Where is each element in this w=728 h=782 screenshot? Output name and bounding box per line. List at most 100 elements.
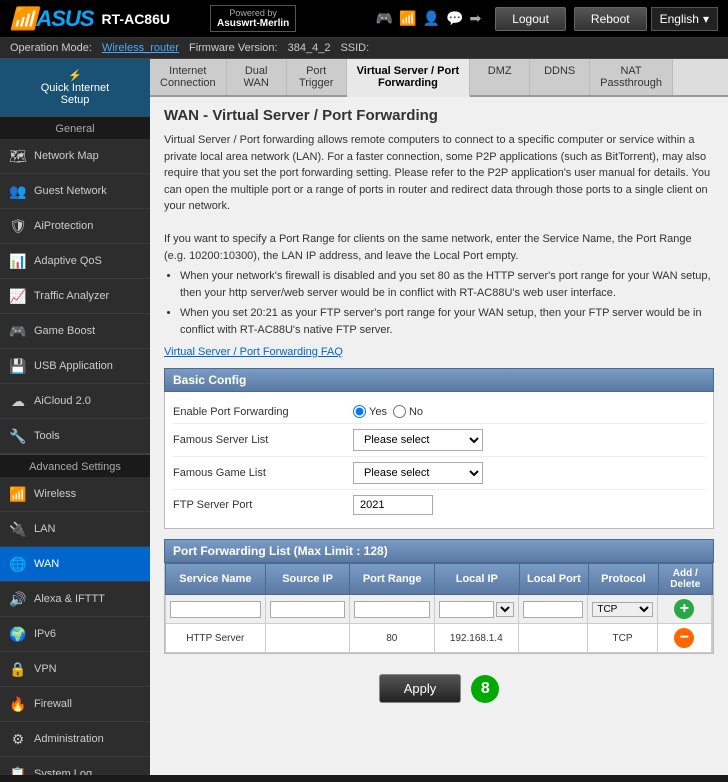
sidebar-item-firewall[interactable]: 🔥 Firewall bbox=[0, 687, 150, 722]
description-list: When your network's firewall is disabled… bbox=[180, 268, 714, 338]
sidebar-item-label: AiProtection bbox=[34, 220, 93, 232]
wifi-icon: 📶 bbox=[399, 10, 416, 27]
basic-config-header: Basic Config bbox=[164, 368, 714, 392]
faq-link[interactable]: Virtual Server / Port Forwarding FAQ bbox=[164, 346, 714, 358]
source-ip-input[interactable] bbox=[270, 601, 345, 618]
col-header-local-port: Local Port bbox=[520, 564, 590, 594]
operation-mode-label: Operation Mode: bbox=[10, 42, 92, 54]
ftp-port-input[interactable]: 2021 bbox=[353, 495, 433, 515]
table-row: TCP UDP BOTH + bbox=[165, 595, 713, 624]
sidebar-item-quick-setup[interactable]: ⚡ Quick InternetSetup bbox=[0, 59, 150, 116]
sidebar-item-label: Game Boost bbox=[34, 325, 95, 337]
sidebar-item-wan[interactable]: 🌐 WAN bbox=[0, 547, 150, 582]
chevron-down-icon: ▾ bbox=[703, 12, 709, 26]
tab-dual-wan[interactable]: DualWAN bbox=[227, 59, 287, 95]
local-ip-value: 192.168.1.4 bbox=[435, 624, 519, 652]
sidebar-item-aicloud[interactable]: ☁ AiCloud 2.0 bbox=[0, 384, 150, 419]
page-description: Virtual Server / Port forwarding allows … bbox=[164, 132, 714, 338]
source-ip-value bbox=[266, 624, 350, 652]
sidebar-item-label: Traffic Analyzer bbox=[34, 290, 109, 302]
add-delete-cell: + bbox=[658, 595, 712, 623]
yes-radio-label[interactable]: Yes bbox=[353, 405, 387, 418]
tab-internet-connection[interactable]: InternetConnection bbox=[150, 59, 227, 95]
yes-radio[interactable] bbox=[353, 405, 366, 418]
firewall-icon: 🔥 bbox=[8, 694, 28, 714]
sidebar-item-wireless[interactable]: 📶 Wireless bbox=[0, 477, 150, 512]
sidebar-item-ipv6[interactable]: 🌍 IPv6 bbox=[0, 617, 150, 652]
sidebar-item-aiprotection[interactable]: 🛡 AiProtection bbox=[0, 209, 150, 244]
no-radio-label[interactable]: No bbox=[393, 405, 423, 418]
service-name-value: HTTP Server bbox=[166, 624, 266, 652]
tab-nat-passthrough[interactable]: NATPassthrough bbox=[590, 59, 673, 95]
model-name: RT-AC86U bbox=[102, 11, 170, 27]
col-header-service-name: Service Name bbox=[166, 564, 266, 594]
famous-game-select[interactable]: Please select bbox=[353, 462, 483, 484]
usb-icon: 💾 bbox=[8, 356, 28, 376]
sidebar-item-vpn[interactable]: 🔒 VPN bbox=[0, 652, 150, 687]
logout-button[interactable]: Logout bbox=[495, 7, 566, 31]
no-radio[interactable] bbox=[393, 405, 406, 418]
sidebar-item-label: Firewall bbox=[34, 698, 72, 710]
reboot-button[interactable]: Reboot bbox=[574, 7, 647, 31]
sidebar-item-adaptive-qos[interactable]: 📊 Adaptive QoS bbox=[0, 244, 150, 279]
local-port-cell bbox=[519, 595, 588, 623]
famous-server-select[interactable]: Please select bbox=[353, 429, 483, 451]
tab-ddns[interactable]: DDNS bbox=[530, 59, 590, 95]
apply-button[interactable]: Apply bbox=[379, 674, 462, 703]
sidebar-item-traffic-analyzer[interactable]: 📈 Traffic Analyzer bbox=[0, 279, 150, 314]
famous-game-row: Famous Game List Please select bbox=[173, 457, 705, 490]
local-ip-input[interactable] bbox=[439, 601, 494, 618]
sidebar-item-label: WAN bbox=[34, 558, 59, 570]
protocol-select[interactable]: TCP UDP BOTH bbox=[592, 602, 652, 617]
quick-setup-icon: ⚡ bbox=[68, 70, 82, 82]
col-header-local-ip: Local IP bbox=[435, 564, 520, 594]
sidebar-item-tools[interactable]: 🔧 Tools bbox=[0, 419, 150, 454]
local-port-input[interactable] bbox=[523, 601, 583, 618]
sidebar-item-label: Wireless bbox=[34, 488, 76, 500]
sidebar-general-section: General bbox=[0, 116, 150, 139]
tab-bar: InternetConnection DualWAN PortTrigger V… bbox=[150, 59, 728, 97]
famous-game-control: Please select bbox=[353, 462, 483, 484]
tab-port-trigger[interactable]: PortTrigger bbox=[287, 59, 347, 95]
sidebar-item-network-map[interactable]: 🗺 Network Map bbox=[0, 139, 150, 174]
sidebar-item-label: USB Application bbox=[34, 360, 113, 372]
port-forwarding-section: Port Forwarding List (Max Limit : 128) S… bbox=[164, 539, 714, 654]
ftp-port-row: FTP Server Port 2021 bbox=[173, 490, 705, 520]
famous-server-row: Famous Server List Please select bbox=[173, 424, 705, 457]
adaptive-qos-icon: 📊 bbox=[8, 251, 28, 271]
user-icon: 👤 bbox=[423, 10, 440, 27]
sidebar-item-label: LAN bbox=[34, 523, 55, 535]
delete-button[interactable]: − bbox=[674, 628, 694, 648]
sidebar-item-label: Administration bbox=[34, 733, 104, 745]
local-ip-dropdown[interactable] bbox=[496, 602, 514, 617]
service-name-input[interactable] bbox=[170, 601, 261, 618]
port-range-input[interactable] bbox=[354, 601, 429, 618]
sidebar-item-game-boost[interactable]: 🎮 Game Boost bbox=[0, 314, 150, 349]
sidebar-item-system-log[interactable]: 📋 System Log bbox=[0, 757, 150, 775]
wan-icon: 🌐 bbox=[8, 554, 28, 574]
port-forwarding-header: Port Forwarding List (Max Limit : 128) bbox=[164, 539, 714, 563]
sidebar-item-administration[interactable]: ⚙ Administration bbox=[0, 722, 150, 757]
col-header-port-range: Port Range bbox=[350, 564, 435, 594]
wireless-icon: 📶 bbox=[8, 484, 28, 504]
operation-mode-value[interactable]: Wireless_router bbox=[102, 42, 179, 54]
chat-icon: 💬 bbox=[446, 10, 463, 27]
header-icons: 🎮 📶 👤 💬 ➡ bbox=[376, 10, 481, 27]
tab-virtual-server[interactable]: Virtual Server / PortForwarding bbox=[347, 59, 471, 97]
language-selector[interactable]: English ▾ bbox=[651, 7, 718, 31]
sidebar-item-alexa[interactable]: 🔊 Alexa & IFTTT bbox=[0, 582, 150, 617]
add-button[interactable]: + bbox=[674, 599, 694, 619]
tab-dmz[interactable]: DMZ bbox=[470, 59, 530, 95]
sidebar-item-lan[interactable]: 🔌 LAN bbox=[0, 512, 150, 547]
delete-cell: − bbox=[658, 624, 712, 652]
sidebar-item-label: AiCloud 2.0 bbox=[34, 395, 91, 407]
ftp-port-label: FTP Server Port bbox=[173, 499, 353, 511]
sidebar-item-label: Guest Network bbox=[34, 185, 107, 197]
header: 📶ASUS RT-AC86U Powered by Asuswrt-Merlin… bbox=[0, 0, 728, 38]
ssid-label: SSID: bbox=[340, 42, 369, 54]
famous-server-control: Please select bbox=[353, 429, 483, 451]
sidebar-item-label: Network Map bbox=[34, 150, 99, 162]
sidebar-item-usb-application[interactable]: 💾 USB Application bbox=[0, 349, 150, 384]
sidebar-item-guest-network[interactable]: 👥 Guest Network bbox=[0, 174, 150, 209]
aiprotection-icon: 🛡 bbox=[8, 216, 28, 236]
